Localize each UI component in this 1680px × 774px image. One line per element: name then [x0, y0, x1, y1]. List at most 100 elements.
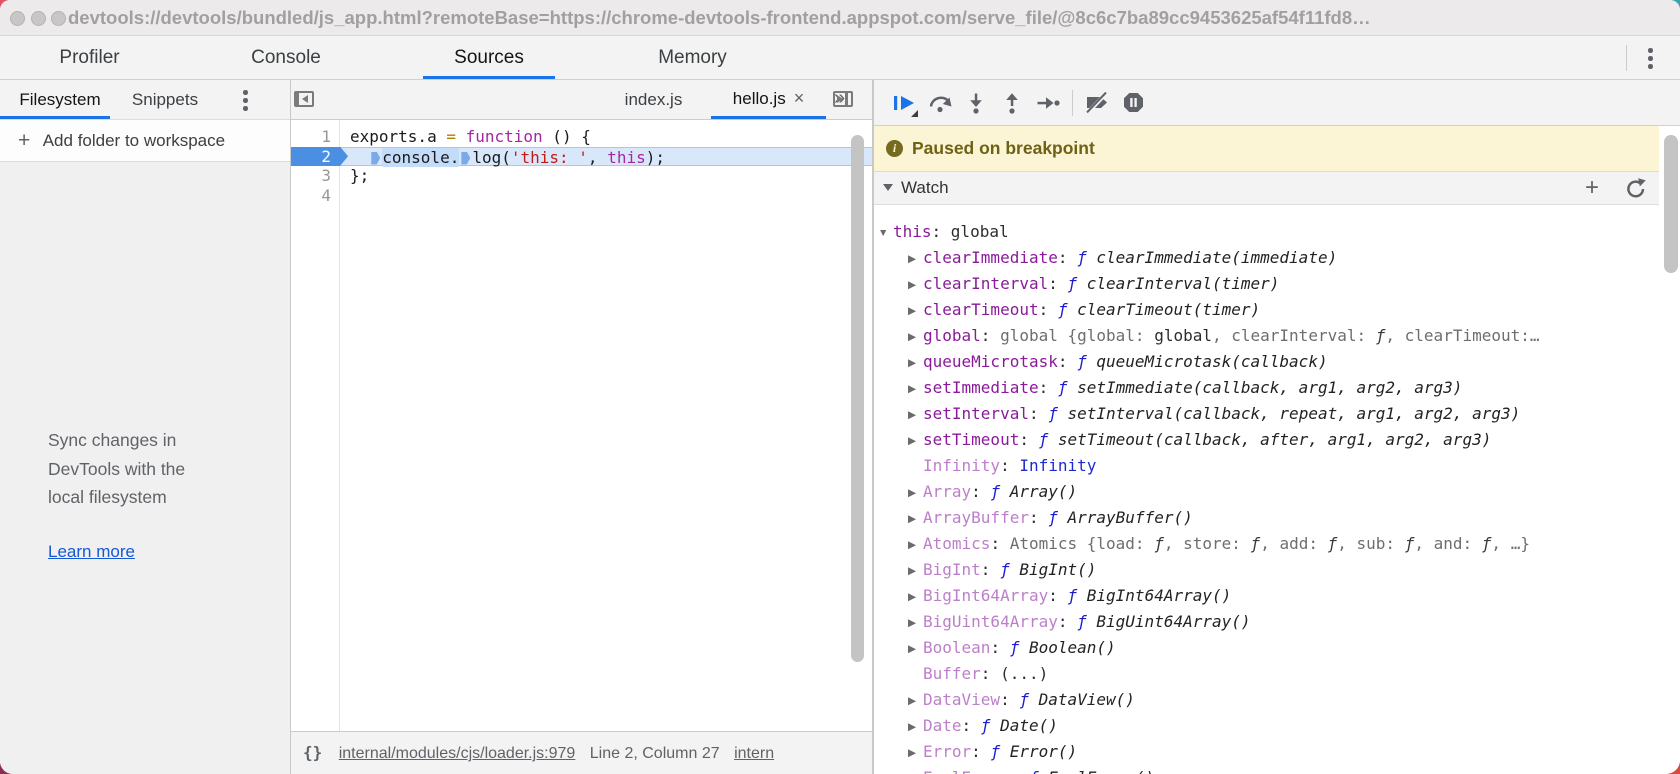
- more-tabs-kebab-icon[interactable]: [243, 90, 248, 111]
- refresh-watch-expressions-icon[interactable]: [1624, 177, 1648, 201]
- customize-devtools-kebab-icon[interactable]: [1648, 48, 1653, 69]
- expand-arrow-icon[interactable]: ▶: [908, 324, 923, 350]
- truncated-source-link[interactable]: intern: [734, 745, 774, 762]
- tab-hello-js[interactable]: hello.js ×: [711, 80, 826, 119]
- expand-arrow-icon[interactable]: ▶: [908, 402, 923, 428]
- watch-section-header[interactable]: Watch +: [874, 172, 1659, 205]
- watch-tree-row[interactable]: ▶ BigInt64Array: ƒ BigInt64Array(): [874, 583, 1658, 609]
- sidebar-scrollbar-thumb[interactable]: [1664, 135, 1678, 273]
- add-watch-expression-icon[interactable]: +: [1577, 172, 1607, 203]
- code-lines[interactable]: exports.a = function () { console. log('t…: [340, 120, 872, 731]
- expand-arrow-icon[interactable]: ▶: [908, 272, 923, 298]
- hide-navigator-icon[interactable]: [294, 91, 314, 107]
- property-value: ƒ: [990, 742, 1010, 761]
- expand-arrow-icon[interactable]: ▶: [908, 636, 923, 662]
- step-out-button[interactable]: [994, 85, 1030, 121]
- watch-tree-row[interactable]: ▶ queueMicrotask: ƒ queueMicrotask(callba…: [874, 349, 1658, 375]
- tab-profiler[interactable]: Profiler: [32, 36, 147, 79]
- code-line[interactable]: };: [340, 166, 872, 186]
- watch-tree-row[interactable]: ▶ Boolean: ƒ Boolean(): [874, 635, 1658, 661]
- expand-arrow-icon[interactable]: ▶: [908, 740, 923, 766]
- watch-tree-row[interactable]: ▶ setInterval: ƒ setInterval(callback, re…: [874, 401, 1658, 427]
- pause-on-exceptions-button[interactable]: [1115, 85, 1151, 121]
- expand-arrow-icon[interactable]: ▶: [908, 506, 923, 532]
- expand-arrow-icon[interactable]: ▶: [908, 688, 923, 714]
- property-value: ƒ: [1154, 534, 1164, 553]
- step-into-marker-icon[interactable]: [461, 151, 471, 165]
- zoom-window-button[interactable]: [51, 11, 66, 26]
- code-line[interactable]: [340, 186, 872, 206]
- watch-tree-row[interactable]: Infinity: Infinity: [874, 453, 1658, 479]
- close-tab-icon[interactable]: ×: [794, 89, 805, 107]
- line-number[interactable]: 1: [291, 127, 340, 147]
- expand-arrow-icon[interactable]: ▶: [908, 532, 923, 558]
- watch-tree-row[interactable]: ▶ Atomics: Atomics {load: ƒ, store: ƒ, ad…: [874, 531, 1658, 557]
- code-line[interactable]: exports.a = function () {: [340, 127, 872, 147]
- editor-scrollbar-thumb[interactable]: [851, 135, 864, 662]
- pretty-print-icon[interactable]: {}: [303, 732, 322, 774]
- watch-tree-row[interactable]: ▶ clearTimeout: ƒ clearTimeout(timer): [874, 297, 1658, 323]
- tab-memory[interactable]: Memory: [628, 36, 757, 79]
- step-button[interactable]: [1030, 85, 1066, 121]
- expand-arrow-icon[interactable]: ▶: [908, 246, 923, 272]
- tab-snippets[interactable]: Snippets: [125, 80, 205, 119]
- expand-arrow-icon[interactable]: ▶: [908, 350, 923, 376]
- add-folder-to-workspace-button[interactable]: + Add folder to workspace: [0, 120, 290, 162]
- tab-filesystem[interactable]: Filesystem: [10, 80, 110, 119]
- expand-arrow-icon[interactable]: ▶: [908, 714, 923, 740]
- property-value: , clearInterval:: [1211, 326, 1376, 345]
- property-value: (...): [1000, 664, 1049, 683]
- watch-tree-row[interactable]: ▶ BigUint64Array: ƒ BigUint64Array(): [874, 609, 1658, 635]
- collapse-arrow-icon[interactable]: ▼: [878, 220, 893, 246]
- collapse-arrow-icon[interactable]: [883, 184, 893, 191]
- step-over-button[interactable]: [922, 85, 958, 121]
- watch-tree-row[interactable]: ▶ BigInt: ƒ BigInt(): [874, 557, 1658, 583]
- property-value: BigUint64Array(): [1096, 612, 1251, 631]
- watch-tree-row[interactable]: ▶ setImmediate: ƒ setImmediate(callback, …: [874, 375, 1658, 401]
- watch-tree-row[interactable]: Buffer: (...): [874, 661, 1658, 687]
- watch-tree-row[interactable]: ▶ clearImmediate: ƒ clearImmediate(immedi…: [874, 245, 1658, 271]
- resume-script-execution-button[interactable]: [886, 85, 922, 121]
- screenshot: devtools://devtools/bundled/js_app.html?…: [0, 0, 1680, 774]
- watch-tree-row[interactable]: ▶ global: global {global: global, clearIn…: [874, 323, 1658, 349]
- code-token: function: [465, 127, 543, 146]
- property-value: EvalError(): [1048, 768, 1154, 774]
- watch-tree-row[interactable]: ▶ DataView: ƒ DataView(): [874, 687, 1658, 713]
- expand-arrow-icon[interactable]: ▶: [908, 298, 923, 324]
- expand-arrow-icon[interactable]: ▶: [908, 766, 923, 774]
- minimize-window-button[interactable]: [31, 11, 46, 26]
- line-number[interactable]: 4: [291, 186, 340, 206]
- close-window-button[interactable]: [10, 11, 25, 26]
- line-number[interactable]: 3: [291, 166, 340, 186]
- expand-arrow-icon[interactable]: ▶: [908, 428, 923, 454]
- expand-arrow-icon[interactable]: ▶: [908, 610, 923, 636]
- learn-more-link[interactable]: Learn more: [48, 542, 135, 562]
- expand-arrow-icon[interactable]: ▶: [908, 558, 923, 584]
- source-mapped-file-link[interactable]: internal/modules/cjs/loader.js:979: [339, 745, 576, 762]
- tab-console[interactable]: Console: [220, 36, 352, 79]
- execution-line-number[interactable]: 2: [291, 146, 348, 166]
- expand-arrow-icon[interactable]: ▶: [908, 584, 923, 610]
- watch-tree-row[interactable]: ▶ clearInterval: ƒ clearInterval(timer): [874, 271, 1658, 297]
- watch-tree-row[interactable]: ▼ this: global: [874, 219, 1658, 245]
- colon-separator: :: [1000, 690, 1020, 709]
- expand-arrow-icon[interactable]: ▶: [908, 480, 923, 506]
- expand-arrow-icon[interactable]: ▶: [908, 376, 923, 402]
- tab-sources[interactable]: Sources: [423, 36, 555, 79]
- watch-tree-row[interactable]: ▶ Date: ƒ Date(): [874, 713, 1658, 739]
- property-name: BigInt: [923, 560, 981, 579]
- step-into-marker-icon[interactable]: [371, 151, 381, 165]
- code-line[interactable]: console. log('this: ', this);: [340, 146, 872, 167]
- property-name: Array: [923, 482, 972, 501]
- deactivate-breakpoints-button[interactable]: [1079, 85, 1115, 121]
- watch-tree-row[interactable]: ▶ Error: ƒ Error(): [874, 739, 1658, 765]
- tab-index-js[interactable]: index.js: [606, 80, 701, 119]
- watch-tree-row[interactable]: ▶ Array: ƒ Array(): [874, 479, 1658, 505]
- step-into-button[interactable]: [958, 85, 994, 121]
- watch-tree-row[interactable]: ▶EvalError: ƒ EvalError(): [874, 765, 1658, 774]
- property-value: ArrayBuffer(): [1067, 508, 1193, 527]
- show-debugger-sidebar-icon[interactable]: [833, 91, 853, 107]
- watch-tree-row[interactable]: ▶ ArrayBuffer: ƒ ArrayBuffer(): [874, 505, 1658, 531]
- watch-tree-row[interactable]: ▶ setTimeout: ƒ setTimeout(callback, afte…: [874, 427, 1658, 453]
